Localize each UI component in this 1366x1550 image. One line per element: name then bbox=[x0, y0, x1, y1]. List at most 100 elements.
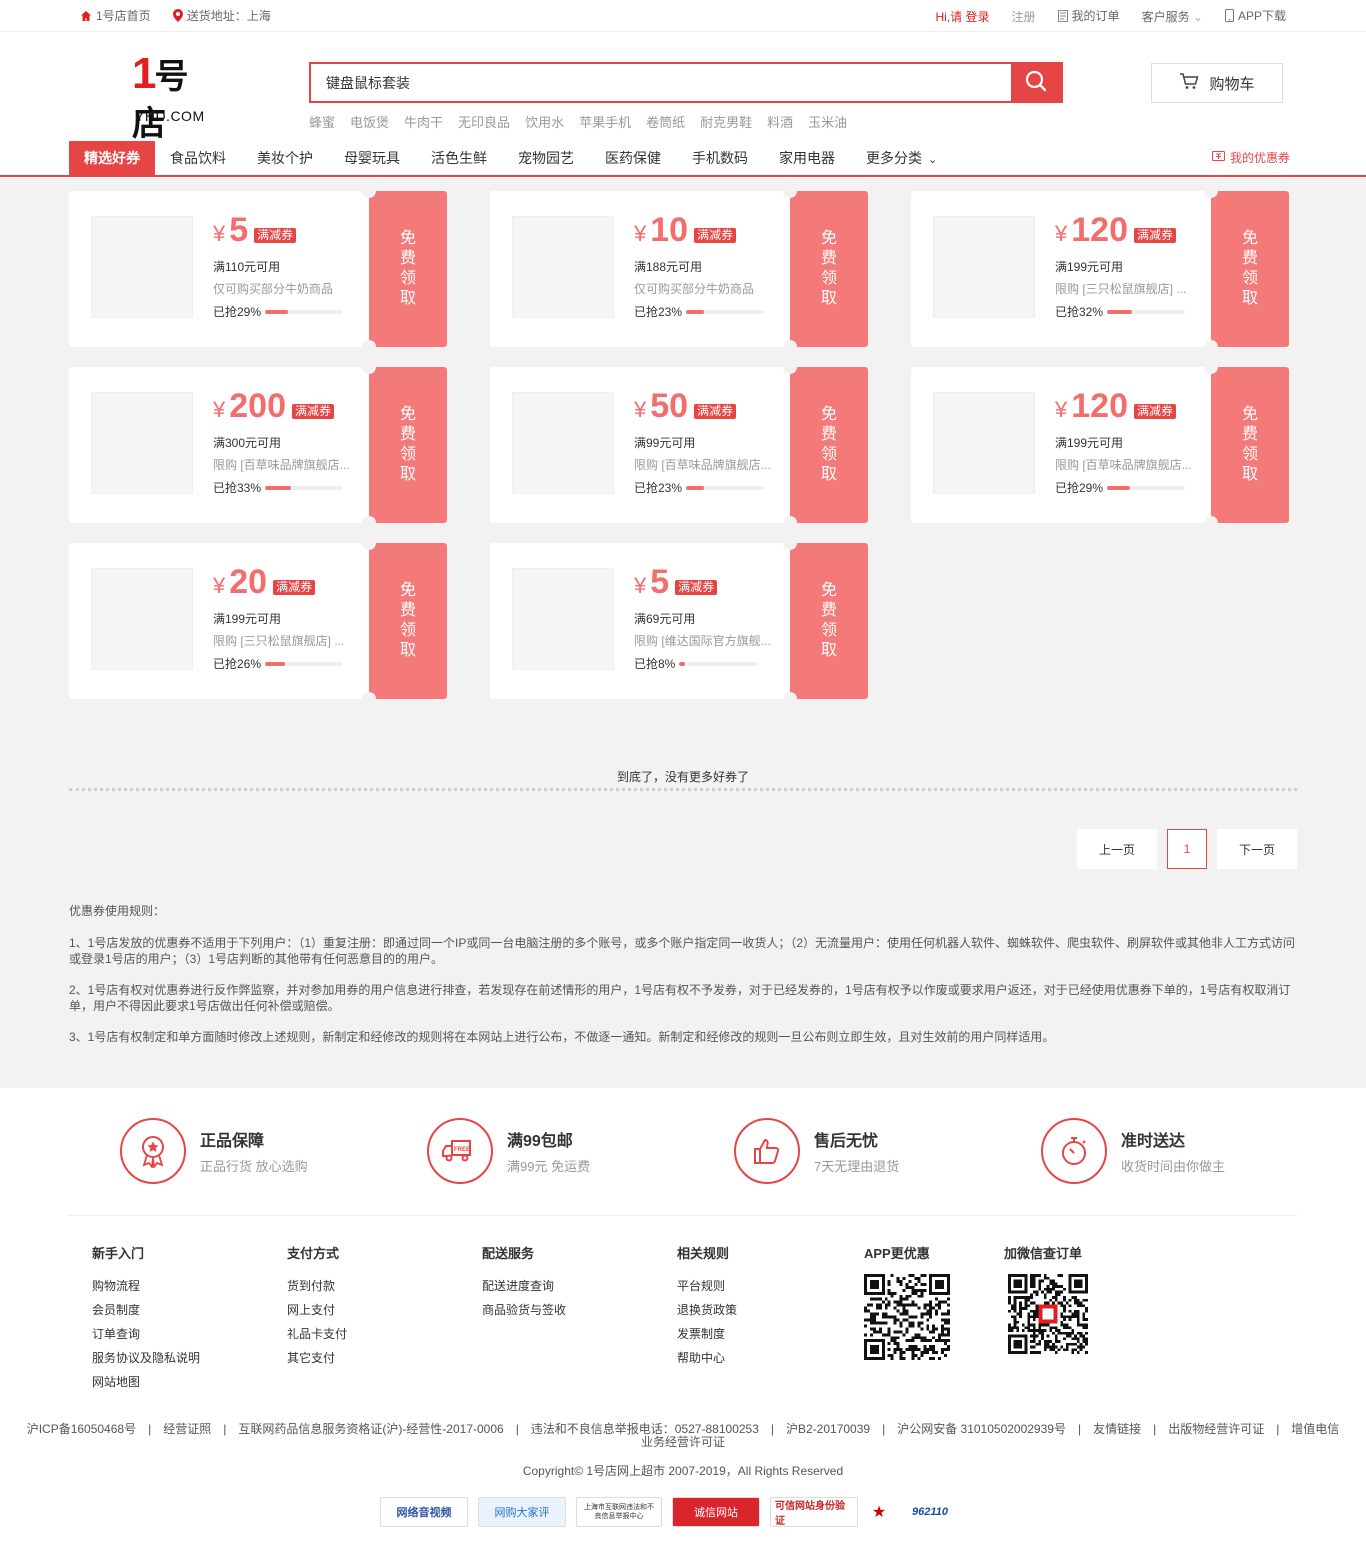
hot-word-link[interactable]: 无印良品 bbox=[458, 112, 510, 131]
footer-link[interactable]: 其它支付 bbox=[287, 1346, 347, 1370]
ticket-notch bbox=[1204, 340, 1218, 354]
badge-av[interactable]: 网络音视频 bbox=[380, 1497, 468, 1527]
claim-char: 领 bbox=[1242, 270, 1259, 287]
footer-link[interactable]: 帮助中心 bbox=[677, 1346, 737, 1370]
coupon-value: 20 bbox=[229, 563, 268, 601]
coupon-area: 到底了，没有更多好券了 上一页 1 下一页 优惠券使用规则： 1、1号店发放的优… bbox=[0, 178, 1366, 1088]
home-link[interactable]: 1号店首页 bbox=[80, 7, 151, 24]
footer-link[interactable]: 货到付款 bbox=[287, 1274, 347, 1298]
hot-word-link[interactable]: 蜂蜜 bbox=[309, 112, 335, 131]
nav-item[interactable]: 精选好券 bbox=[69, 141, 155, 175]
app-qr-block: APP更优惠 bbox=[864, 1243, 950, 1360]
nav-item[interactable]: 医药保健 bbox=[590, 141, 676, 175]
hot-word-link[interactable]: 玉米油 bbox=[808, 112, 847, 131]
progress-bar bbox=[265, 661, 344, 666]
hot-word-link[interactable]: 牛肉干 bbox=[404, 112, 443, 131]
claim-coupon-button[interactable]: 免费领取 bbox=[790, 191, 868, 347]
hot-search-words: 蜂蜜 电饭煲 牛肉干 无印良品 饮用水 苹果手机 卷筒纸 耐克男鞋 料酒 玉米油 bbox=[309, 112, 847, 131]
nav-item[interactable]: 宠物园艺 bbox=[503, 141, 589, 175]
coupon-progress: 已抢32% bbox=[1055, 303, 1186, 320]
product-thumbnail[interactable] bbox=[933, 216, 1035, 318]
badge-report-center[interactable]: 上海市互联网违法和不良信息举报中心 bbox=[576, 1497, 662, 1527]
ticket-notch bbox=[783, 516, 797, 530]
product-thumbnail[interactable] bbox=[512, 216, 614, 318]
product-thumbnail[interactable] bbox=[91, 392, 193, 494]
thumbs-up-icon bbox=[734, 1118, 800, 1184]
hot-word-link[interactable]: 料酒 bbox=[767, 112, 793, 131]
footer-link[interactable]: 礼品卡支付 bbox=[287, 1322, 347, 1346]
hot-word-link[interactable]: 苹果手机 bbox=[579, 112, 631, 131]
claim-coupon-button[interactable]: 免费领取 bbox=[1211, 191, 1289, 347]
claim-char: 领 bbox=[400, 270, 417, 287]
footer-link[interactable]: 订单查询 bbox=[92, 1322, 200, 1346]
product-thumbnail[interactable] bbox=[933, 392, 1035, 494]
customer-service-menu[interactable]: 客户服务 ⌄ bbox=[1142, 8, 1203, 25]
cart-icon bbox=[1179, 72, 1199, 94]
cart-label: 购物车 bbox=[1209, 75, 1255, 93]
login-link[interactable]: 登录 bbox=[966, 10, 990, 24]
delivery-address[interactable]: 送货地址：上海 bbox=[172, 7, 271, 25]
register-link[interactable]: 注册 bbox=[1012, 8, 1036, 25]
claim-coupon-button[interactable]: 免费领取 bbox=[369, 543, 447, 699]
hot-word-link[interactable]: 电饭煲 bbox=[350, 112, 389, 131]
badge-credit[interactable]: 诚信网站 bbox=[672, 1497, 760, 1527]
site-logo[interactable]: 1号店 YHD.COM bbox=[132, 52, 212, 144]
rule-2: 2、1号店有权对优惠券进行反作弊监察，并对参加用券的用户信息进行排查，若发现存在… bbox=[69, 983, 1291, 1013]
home-label: 1号店首页 bbox=[96, 9, 151, 24]
customer-service-label: 客户服务 bbox=[1141, 9, 1190, 24]
my-coupons-link[interactable]: 我的优惠券 bbox=[1211, 141, 1290, 175]
badge-review[interactable]: 网购大家评 bbox=[478, 1497, 566, 1527]
nav-item[interactable]: 活色生鲜 bbox=[416, 141, 502, 175]
coupon-value: 5 bbox=[650, 563, 670, 601]
product-thumbnail[interactable] bbox=[512, 392, 614, 494]
promise-free-shipping: FREE 满99包邮 满99元 免运费 bbox=[427, 1118, 590, 1184]
footer-link[interactable]: 购物流程 bbox=[92, 1274, 200, 1298]
claim-coupon-button[interactable]: 免费领取 bbox=[1211, 367, 1289, 523]
product-thumbnail[interactable] bbox=[91, 568, 193, 670]
hot-word-link[interactable]: 饮用水 bbox=[525, 112, 564, 131]
footer-link[interactable]: 网站地图 bbox=[92, 1370, 200, 1394]
claim-char: 免 bbox=[1242, 406, 1259, 423]
prev-page-button[interactable]: 上一页 bbox=[1077, 829, 1157, 869]
coupon-condition: 满199元可用 bbox=[213, 612, 282, 626]
footer-link[interactable]: 发票制度 bbox=[677, 1322, 737, 1346]
claim-coupon-button[interactable]: 免费领取 bbox=[369, 191, 447, 347]
nav-item[interactable]: 美妆个护 bbox=[242, 141, 328, 175]
footer-link[interactable]: 服务协议及隐私说明 bbox=[92, 1346, 200, 1370]
currency-symbol: ¥ bbox=[1055, 221, 1068, 246]
page-number-current[interactable]: 1 bbox=[1167, 829, 1207, 869]
claim-coupon-button[interactable]: 免费领取 bbox=[790, 543, 868, 699]
app-download-link[interactable]: APP下载 bbox=[1224, 7, 1286, 25]
next-page-button[interactable]: 下一页 bbox=[1217, 829, 1297, 869]
footer-link[interactable]: 商品验货与签收 bbox=[482, 1298, 566, 1322]
footer-link[interactable]: 会员制度 bbox=[92, 1298, 200, 1322]
search-button[interactable] bbox=[1011, 64, 1061, 101]
nav-item[interactable]: 家用电器 bbox=[764, 141, 850, 175]
nav-item[interactable]: 手机数码 bbox=[677, 141, 763, 175]
cart-button[interactable]: 购物车 bbox=[1151, 63, 1283, 103]
claim-char: 取 bbox=[400, 466, 417, 483]
product-thumbnail[interactable] bbox=[512, 568, 614, 670]
police-emblem-icon[interactable]: ★ bbox=[868, 1497, 890, 1527]
footer-link[interactable]: 退换货政策 bbox=[677, 1298, 737, 1322]
footer-link[interactable]: 平台规则 bbox=[677, 1274, 737, 1298]
footer-link[interactable]: 网上支付 bbox=[287, 1298, 347, 1322]
claim-coupon-button[interactable]: 免费领取 bbox=[369, 367, 447, 523]
coupon-type-badge: 满减券 bbox=[1133, 404, 1176, 419]
nav-item[interactable]: 母婴玩具 bbox=[329, 141, 415, 175]
nav-item[interactable]: 食品饮料 bbox=[155, 141, 241, 175]
nav-item[interactable]: 更多分类 ⌄ bbox=[851, 141, 952, 175]
footer-link[interactable]: 配送进度查询 bbox=[482, 1274, 566, 1298]
coupon-amount: ¥50 满减券 bbox=[634, 389, 737, 423]
delivery-address-label: 送货地址：上海 bbox=[186, 9, 271, 24]
claim-coupon-button[interactable]: 免费领取 bbox=[790, 367, 868, 523]
product-thumbnail[interactable] bbox=[91, 216, 193, 318]
search-input[interactable] bbox=[311, 64, 1011, 101]
hot-word-link[interactable]: 耐克男鞋 bbox=[700, 112, 752, 131]
ticket-notch bbox=[1204, 516, 1218, 530]
coupon-card: ¥120 满减券 满199元可用 限购 [三只松鼠旗舰店] ... 已抢32% 免费领取 bbox=[911, 184, 1289, 354]
badge-962110[interactable]: 962110 bbox=[900, 1497, 960, 1527]
badge-trusted[interactable]: 可信网站身份验证 bbox=[770, 1497, 858, 1527]
hot-word-link[interactable]: 卷筒纸 bbox=[646, 112, 685, 131]
my-orders-link[interactable]: 我的订单 bbox=[1057, 7, 1120, 24]
